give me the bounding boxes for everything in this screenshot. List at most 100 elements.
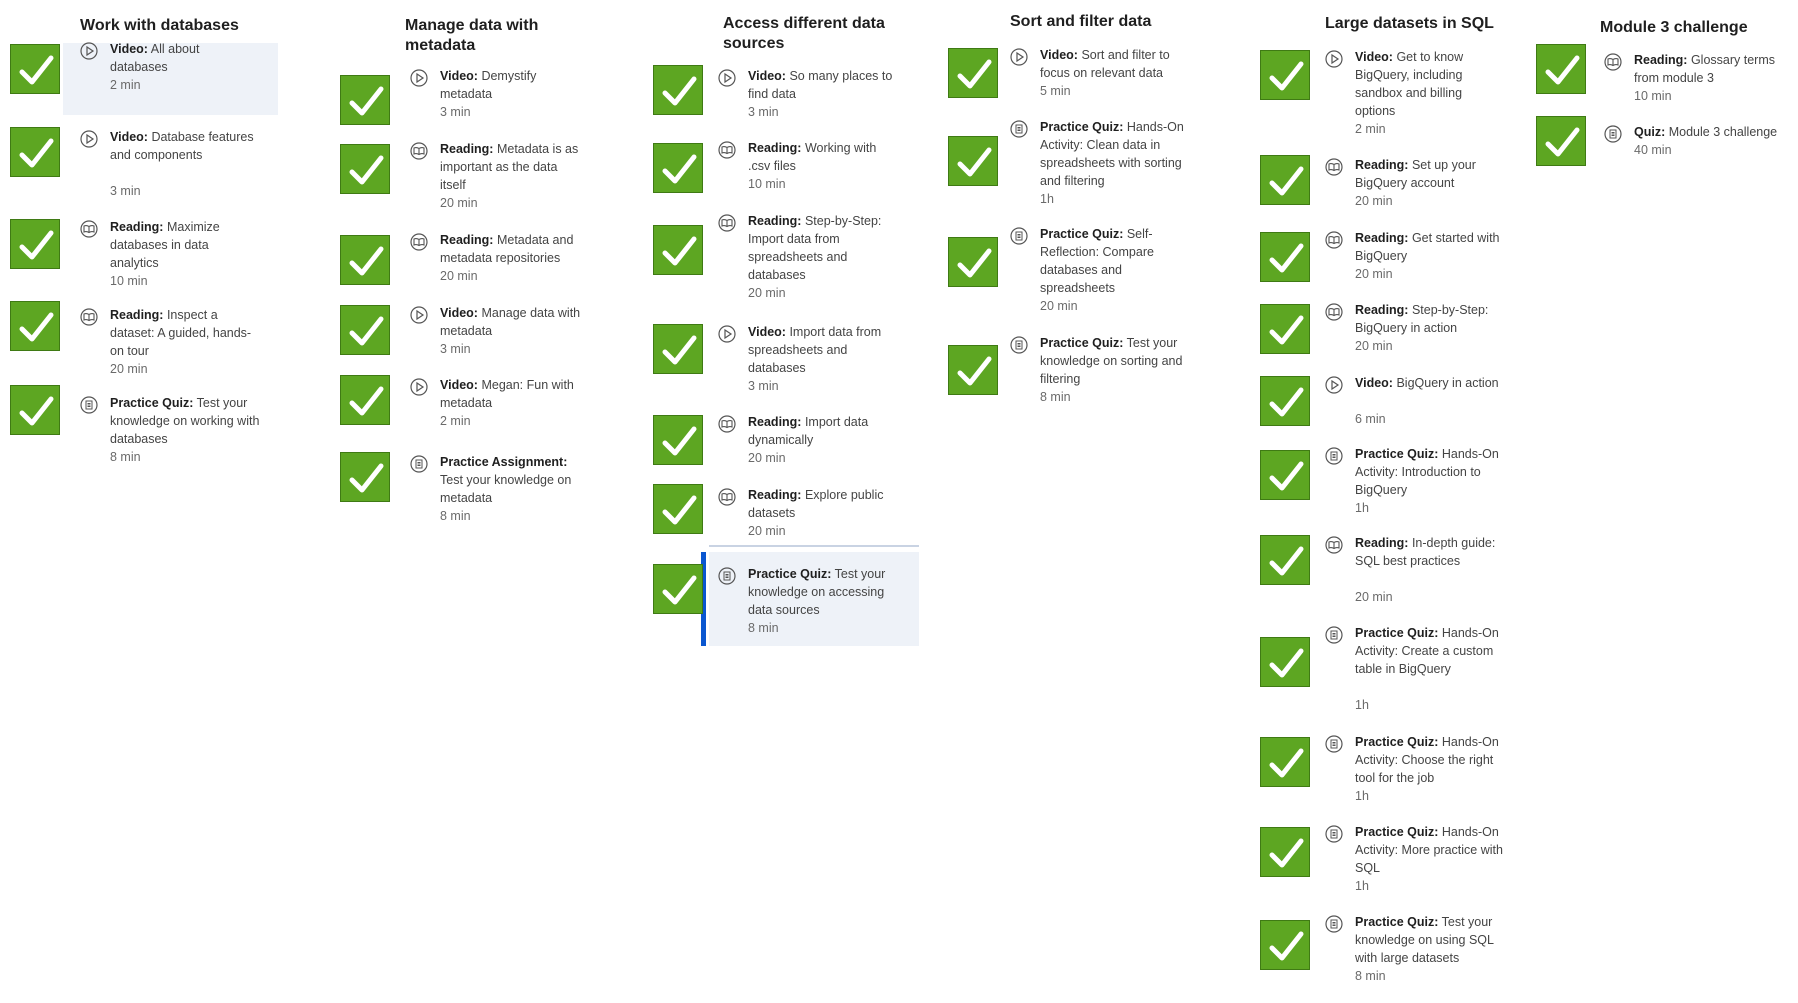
item-type-label: Video: <box>440 378 478 392</box>
completed-checkmark-icon <box>948 136 998 186</box>
course-item-link[interactable]: Reading: Metadata and metadata repositor… <box>440 231 585 267</box>
item-type-label: Reading: <box>1355 231 1409 245</box>
course-item-link[interactable]: Reading: Import data dynamically <box>748 413 898 449</box>
completed-checkmark-icon <box>1536 116 1586 166</box>
item-title: Test your knowledge on metadata <box>440 473 572 505</box>
item-type-label: Video: <box>748 69 786 83</box>
completed-checkmark-icon <box>1260 450 1310 500</box>
item-type-label: Video: <box>748 325 786 339</box>
item-type-label: Practice Quiz: <box>1355 915 1439 929</box>
course-item-link[interactable]: Reading: In-depth guide: SQL best practi… <box>1355 534 1505 570</box>
course-item-link[interactable]: Practice Quiz: Hands-On Activity: More p… <box>1355 823 1505 877</box>
course-item-link[interactable]: Practice Quiz: Hands-On Activity: Clean … <box>1040 118 1190 190</box>
item-type-label: Video: <box>1040 48 1078 62</box>
course-item-link[interactable]: Practice Quiz: Test your knowledge on ac… <box>748 565 898 619</box>
quiz-icon <box>1325 915 1343 933</box>
item-type-label: Reading: <box>440 142 494 156</box>
item-duration: 1h <box>1355 501 1369 515</box>
item-type-label: Practice Quiz: <box>1040 336 1124 350</box>
course-item-link[interactable]: Practice Quiz: Test your knowledge on so… <box>1040 334 1190 388</box>
item-type-label: Video: <box>1355 376 1393 390</box>
module-section-title: Module 3 challenge <box>1600 19 1748 36</box>
course-item-link[interactable]: Video: Megan: Fun with metadata <box>440 376 585 412</box>
play-icon <box>1325 50 1343 68</box>
completed-checkmark-icon <box>653 65 703 115</box>
course-item-link[interactable]: Video: Sort and filter to focus on relev… <box>1040 46 1190 82</box>
item-duration: 3 min <box>748 105 779 119</box>
course-item-link[interactable]: Video: Demystify metadata <box>440 67 585 103</box>
item-duration: 20 min <box>748 451 786 465</box>
quiz-icon <box>1325 626 1343 644</box>
completed-checkmark-icon <box>1260 637 1310 687</box>
item-type-label: Video: <box>440 306 478 320</box>
course-item-link[interactable]: Video: Database features and components <box>110 128 260 164</box>
completed-checkmark-icon <box>340 305 390 355</box>
play-icon <box>80 130 98 148</box>
course-item-link[interactable]: Practice Quiz: Self-Reflection: Compare … <box>1040 225 1190 297</box>
course-item-link[interactable]: Reading: Set up your BigQuery account <box>1355 156 1505 192</box>
course-item-link[interactable]: Reading: Metadata is as important as the… <box>440 140 585 194</box>
course-item-link[interactable]: Reading: Inspect a dataset: A guided, ha… <box>110 306 260 360</box>
course-item-link[interactable]: Video: All about databases <box>110 40 260 76</box>
item-duration: 20 min <box>748 286 786 300</box>
item-type-label: Practice Quiz: <box>1040 120 1124 134</box>
book-icon <box>80 308 98 326</box>
item-type-label: Practice Quiz: <box>1355 735 1439 749</box>
course-item-link[interactable]: Video: Get to know BigQuery, including s… <box>1355 48 1505 120</box>
course-item-link[interactable]: Reading: Get started with BigQuery <box>1355 229 1505 265</box>
course-item-link[interactable]: Reading: Working with .csv files <box>748 139 898 175</box>
play-icon <box>80 42 98 60</box>
course-item-link[interactable]: Video: Import data from spreadsheets and… <box>748 323 898 377</box>
course-item-link[interactable]: Practice Quiz: Hands-On Activity: Create… <box>1355 624 1505 678</box>
course-item-link[interactable]: Video: So many places to find data <box>748 67 898 103</box>
quiz-icon <box>1604 125 1622 143</box>
book-icon <box>410 142 428 160</box>
item-type-label: Reading: <box>1634 53 1688 67</box>
course-item-link[interactable]: Reading: Step-by-Step: BigQuery in actio… <box>1355 301 1505 337</box>
quiz-icon <box>1325 735 1343 753</box>
item-type-label: Practice Assignment: <box>440 455 568 469</box>
quiz-icon <box>1325 447 1343 465</box>
course-item-link[interactable]: Reading: Step-by-Step: Import data from … <box>748 212 898 284</box>
course-item-link[interactable]: Video: BigQuery in action <box>1355 374 1505 392</box>
course-item-link[interactable]: Practice Quiz: Hands-On Activity: Introd… <box>1355 445 1505 499</box>
play-icon <box>410 306 428 324</box>
course-item-link[interactable]: Practice Quiz: Test your knowledge on us… <box>1355 913 1505 967</box>
completed-checkmark-icon <box>340 375 390 425</box>
completed-checkmark-icon <box>653 143 703 193</box>
course-item-link[interactable]: Reading: Maximize databases in data anal… <box>110 218 260 272</box>
book-icon <box>718 214 736 232</box>
course-item-link[interactable]: Practice Quiz: Hands-On Activity: Choose… <box>1355 733 1505 787</box>
course-item-link[interactable]: Reading: Explore public datasets <box>748 486 898 522</box>
item-duration: 2 min <box>1355 122 1386 136</box>
item-type-label: Video: <box>440 69 478 83</box>
item-separator <box>709 545 919 547</box>
item-duration: 8 min <box>748 621 779 635</box>
item-duration: 8 min <box>440 509 471 523</box>
course-item-link[interactable]: Practice Assignment: Test your knowledge… <box>440 453 585 507</box>
course-item-link[interactable]: Quiz: Module 3 challenge <box>1634 123 1784 141</box>
course-item-link[interactable]: Practice Quiz: Test your knowledge on wo… <box>110 394 260 448</box>
book-icon <box>1325 231 1343 249</box>
item-duration: 3 min <box>110 184 141 198</box>
course-item-link[interactable]: Video: Manage data with metadata <box>440 304 585 340</box>
completed-checkmark-icon <box>948 237 998 287</box>
completed-checkmark-icon <box>653 415 703 465</box>
item-type-label: Quiz: <box>1634 125 1666 139</box>
course-item-link[interactable]: Reading: Glossary terms from module 3 <box>1634 51 1784 87</box>
completed-checkmark-icon <box>1260 920 1310 970</box>
item-duration: 40 min <box>1634 143 1672 157</box>
item-duration: 20 min <box>440 269 478 283</box>
book-icon <box>1604 53 1622 71</box>
module-section-title: Work with databases <box>80 17 239 34</box>
item-type-label: Reading: <box>110 308 164 322</box>
item-duration: 8 min <box>1355 969 1386 983</box>
item-duration: 6 min <box>1355 412 1386 426</box>
book-icon <box>1325 536 1343 554</box>
item-duration: 1h <box>1040 192 1054 206</box>
completed-checkmark-icon <box>10 385 60 435</box>
completed-checkmark-icon <box>1260 155 1310 205</box>
item-duration: 20 min <box>1355 339 1393 353</box>
completed-checkmark-icon <box>10 301 60 351</box>
play-icon <box>410 69 428 87</box>
